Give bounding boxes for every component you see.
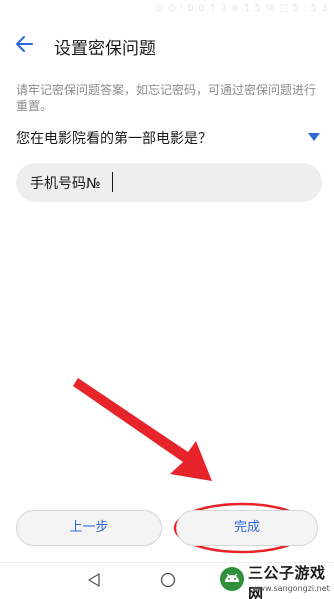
security-question-select[interactable]: 您在电影院看的第一部电影是？ bbox=[16, 124, 322, 152]
android-logo-icon bbox=[220, 567, 244, 591]
security-question-label: 您在电影院看的第一部电影是？ bbox=[16, 131, 212, 147]
prev-step-button[interactable]: 上一步 bbox=[16, 510, 162, 546]
hint-text: 请牢记密保问题答案，如忘记密码，可通过密保问题进行重置。 bbox=[16, 83, 317, 113]
done-button[interactable]: 完成 bbox=[176, 510, 318, 546]
back-button[interactable] bbox=[10, 28, 42, 60]
answer-value: 手机号码№ bbox=[30, 176, 101, 192]
watermark-title: 三公子游戏网 bbox=[248, 564, 326, 599]
watermark-url: www.sangongzi.net bbox=[252, 584, 330, 593]
arrow-left-icon bbox=[16, 36, 33, 52]
annotation-arrow bbox=[73, 378, 212, 481]
answer-input[interactable]: 手机号码№ bbox=[16, 163, 322, 202]
status-bar: ⊙ ⊙ ⁝ 0 0 ↑ 1 ⊕ 1 5 % ▢ 5 : 5 3 bbox=[0, 0, 334, 18]
circle-home-icon[interactable] bbox=[160, 572, 176, 588]
page-title: 设置密保问题 bbox=[54, 39, 156, 59]
text-caret bbox=[112, 172, 113, 192]
header: 设置密保问题 bbox=[0, 22, 334, 68]
watermark: 三公子游戏网 www.sangongzi.net bbox=[218, 560, 334, 599]
status-bar-text: ⊙ ⊙ ⁝ 0 0 ↑ 1 ⊕ 1 5 % ▢ 5 : 5 3 bbox=[154, 3, 328, 14]
triangle-down-icon bbox=[308, 133, 320, 141]
triangle-back-icon[interactable] bbox=[86, 572, 102, 588]
screen: ⊙ ⊙ ⁝ 0 0 ↑ 1 ⊕ 1 5 % ▢ 5 : 5 3 设置密保问题 请… bbox=[0, 0, 334, 599]
